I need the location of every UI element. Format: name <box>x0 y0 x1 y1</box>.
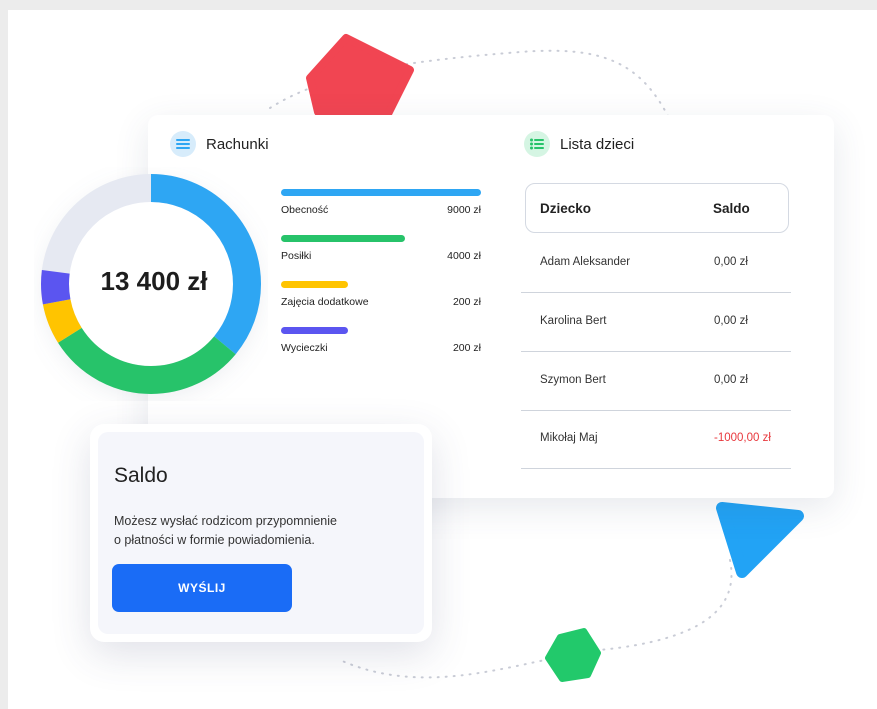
child-name: Karolina Bert <box>540 315 607 327</box>
saldo-description-line-2: o płatności w formie powiadomienia. <box>114 533 315 547</box>
table-row[interactable]: Karolina Bert 0,00 zł <box>521 293 791 352</box>
legend-item-obecnosc: Obecność 9000 zł <box>281 189 481 235</box>
column-header-saldo[interactable]: Saldo <box>713 201 750 216</box>
rachunki-header: Rachunki <box>170 131 269 157</box>
legend-item-wycieczki: Wycieczki 200 zł <box>281 327 481 373</box>
saldo-description: Możesz wysłać rodzicom przypomnienie o p… <box>114 512 424 550</box>
legend-bar <box>281 281 349 288</box>
table-header: Dziecko Saldo <box>525 183 789 233</box>
table-row[interactable]: Adam Aleksander 0,00 zł <box>521 234 791 293</box>
send-button[interactable]: WYŚLIJ <box>112 564 292 612</box>
saldo-title: Saldo <box>114 464 168 487</box>
child-saldo: 0,00 zł <box>714 256 748 268</box>
legend-label: Zajęcia dodatkowe <box>281 296 369 308</box>
table-row[interactable]: Mikołaj Maj -1000,00 zł <box>521 410 791 469</box>
lista-title: Lista dzieci <box>560 135 635 153</box>
legend-bar <box>281 189 481 196</box>
child-name: Mikołaj Maj <box>540 432 598 444</box>
legend-bar <box>281 327 349 334</box>
legend-item-posilki: Posiłki 4000 zł <box>281 235 481 281</box>
legend-label: Posiłki <box>281 250 312 262</box>
legend-label: Wycieczki <box>281 342 328 354</box>
legend-amount: 4000 zł <box>447 250 481 262</box>
list-icon <box>170 131 196 157</box>
child-saldo: 0,00 zł <box>714 315 748 327</box>
column-header-dziecko[interactable]: Dziecko <box>540 201 591 216</box>
saldo-description-line-1: Możesz wysłać rodzicom przypomnienie <box>114 514 337 528</box>
legend-item-zajecia: Zajęcia dodatkowe 200 zł <box>281 281 481 327</box>
child-name: Szymon Bert <box>540 374 606 386</box>
green-hexagon-shape <box>545 628 601 682</box>
child-name: Adam Aleksander <box>540 256 631 268</box>
total-amount: 13 400 zł <box>100 266 208 296</box>
list-bullets-icon <box>524 131 550 157</box>
legend-amount: 9000 zł <box>447 204 481 216</box>
child-saldo: -1000,00 zł <box>714 432 771 444</box>
saldo-card: Saldo Możesz wysłać rodzicom przypomnien… <box>90 424 432 642</box>
legend-amount: 200 zł <box>452 296 481 308</box>
legend-label: Obecność <box>281 204 329 216</box>
blue-triangle-shape <box>716 502 804 578</box>
table-row[interactable]: Szymon Bert 0,00 zł <box>521 352 791 411</box>
legend-amount: 200 zł <box>452 342 481 354</box>
rachunki-legend: Obecność 9000 zł Posiłki 4000 zł Zajęcia… <box>281 189 481 373</box>
child-saldo: 0,00 zł <box>714 374 748 386</box>
legend-bar <box>281 235 406 242</box>
red-pentagon-shape <box>306 34 414 118</box>
lista-header: Lista dzieci <box>524 131 634 157</box>
rachunki-title: Rachunki <box>206 135 269 153</box>
